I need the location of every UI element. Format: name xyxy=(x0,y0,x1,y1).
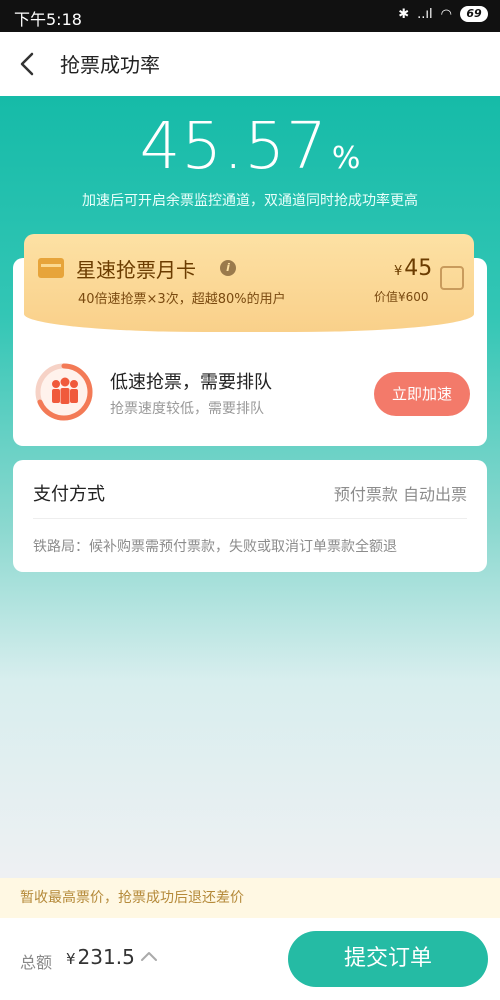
vip-card[interactable]: 星速抢票月卡 i 40倍速抢票×3次，超越80%的用户 ¥45 价值¥600 xyxy=(24,234,474,332)
status-icons: ✱ ..ıl ◠ 69 xyxy=(398,6,488,22)
chevron-up-icon[interactable] xyxy=(138,946,160,968)
vip-card-checkbox[interactable] xyxy=(440,266,464,290)
divider xyxy=(33,518,467,519)
signal-icon: ..ıl xyxy=(417,6,433,22)
success-rate-description: 加速后可开启余票监控通道，双通道同时抢成功率更高 xyxy=(82,193,418,209)
low-speed-title: 低速抢票，需要排队 xyxy=(110,372,272,393)
vip-card-price: ¥45 xyxy=(394,256,433,281)
wifi-icon: ◠ xyxy=(440,6,452,22)
bluetooth-icon: ✱ xyxy=(398,6,410,22)
battery-icon: 69 xyxy=(460,6,488,22)
payment-method: 预付票款 自动出票 xyxy=(333,485,467,504)
payment-note: 铁路局：候补购票需预付票款，失败或取消订单票款全额退 xyxy=(33,539,397,555)
low-speed-description: 抢票速度较低，需要排队 xyxy=(110,401,264,417)
vip-card-title: 星速抢票月卡 xyxy=(76,258,196,282)
success-rate: 45.57% xyxy=(0,110,500,184)
card-icon xyxy=(38,258,64,278)
success-rate-value: 45.57 xyxy=(139,110,328,184)
vip-card-original-price: 价值¥600 xyxy=(374,290,429,304)
app-bar: 抢票成功率 xyxy=(0,32,500,96)
total-label: 总额 xyxy=(20,953,53,972)
queue-icon xyxy=(35,363,93,421)
price-notice: 暂收最高票价，抢票成功后退还差价 xyxy=(0,878,500,918)
status-time: 下午5:18 xyxy=(14,10,82,29)
status-bar: 下午5:18 ✱ ..ıl ◠ 69 xyxy=(0,0,500,32)
payment-card: 支付方式 预付票款 自动出票 铁路局：候补购票需预付票款，失败或取消订单票款全额… xyxy=(13,460,487,572)
info-icon[interactable]: i xyxy=(220,260,236,276)
submit-order-button[interactable]: 提交订单 xyxy=(288,931,488,987)
payment-title: 支付方式 xyxy=(33,484,105,505)
total-amount: ¥231.5 xyxy=(66,945,135,969)
page-title: 抢票成功率 xyxy=(60,53,160,77)
vip-card-description: 40倍速抢票×3次，超越80%的用户 xyxy=(78,292,286,307)
success-rate-unit: % xyxy=(331,141,361,176)
bottom-bar: 总额 ¥231.5 提交订单 xyxy=(0,918,500,1000)
accelerate-button[interactable]: 立即加速 xyxy=(374,372,470,416)
back-icon[interactable] xyxy=(12,48,44,80)
